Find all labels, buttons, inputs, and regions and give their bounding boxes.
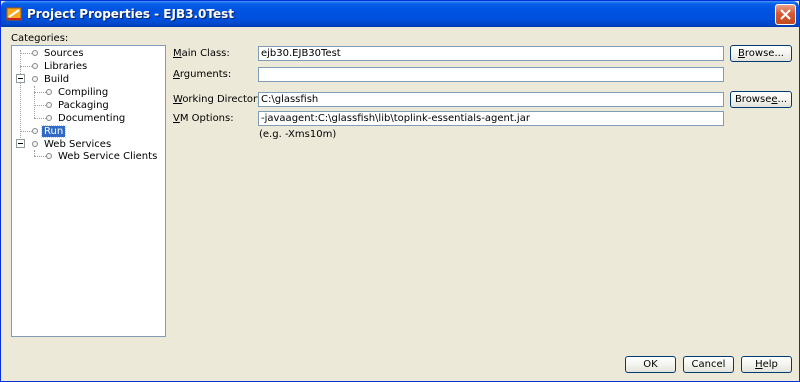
tree-item-run[interactable]: Run xyxy=(40,125,67,138)
close-icon xyxy=(780,9,791,20)
working-directory-field[interactable]: C:\glassfish xyxy=(258,92,724,107)
node-icon xyxy=(32,141,38,147)
tree-item-libraries[interactable]: Libraries xyxy=(42,60,89,73)
tree-item-documenting[interactable]: Documenting xyxy=(56,112,127,125)
node-icon xyxy=(46,89,52,95)
working-directory-browse-button[interactable]: Browsee... xyxy=(730,91,792,108)
node-icon xyxy=(32,50,38,56)
tree-item-packaging[interactable]: Packaging xyxy=(56,99,111,112)
working-directory-label: Working Directory: xyxy=(173,94,266,105)
node-icon xyxy=(46,153,52,159)
tree-item-sources[interactable]: Sources xyxy=(42,47,86,60)
main-class-field[interactable]: ejb30.EJB30Test xyxy=(258,46,724,61)
cancel-button[interactable]: Cancel xyxy=(683,356,734,373)
ok-button[interactable]: OK xyxy=(625,356,676,373)
node-icon xyxy=(32,128,38,134)
main-class-browse-button[interactable]: Browse... xyxy=(730,45,792,62)
arguments-field[interactable] xyxy=(258,67,724,82)
node-icon xyxy=(46,102,52,108)
main-class-label: Main Class: xyxy=(173,48,230,59)
collapse-icon[interactable] xyxy=(16,74,25,83)
node-icon xyxy=(46,115,52,121)
arguments-label: Arguments: xyxy=(173,69,232,80)
vm-options-field[interactable]: -javaagent:C:\glassfish\lib\toplink-esse… xyxy=(258,111,724,126)
node-icon xyxy=(32,76,38,82)
collapse-icon[interactable] xyxy=(16,139,25,148)
tree-item-web-service-clients[interactable]: Web Service Clients xyxy=(56,150,159,163)
categories-label: Categories: xyxy=(11,33,69,44)
coffee-cup-icon xyxy=(6,7,22,21)
vm-options-hint: (e.g. -Xms10m) xyxy=(259,129,337,140)
vm-options-label: VM Options: xyxy=(173,113,234,124)
close-button[interactable] xyxy=(775,4,796,25)
help-button[interactable]: Help xyxy=(741,356,792,373)
project-properties-dialog: Project Properties - EJB3.0Test Categori… xyxy=(0,0,800,382)
tree-item-compiling[interactable]: Compiling xyxy=(56,86,110,99)
categories-tree[interactable]: Sources Libraries Build Compiling Packag… xyxy=(11,45,166,337)
window-title: Project Properties - EJB3.0Test xyxy=(27,7,234,21)
tree-connector xyxy=(34,86,35,118)
node-icon xyxy=(32,63,38,69)
title-bar[interactable]: Project Properties - EJB3.0Test xyxy=(1,1,799,27)
tree-item-build[interactable]: Build xyxy=(42,73,71,86)
